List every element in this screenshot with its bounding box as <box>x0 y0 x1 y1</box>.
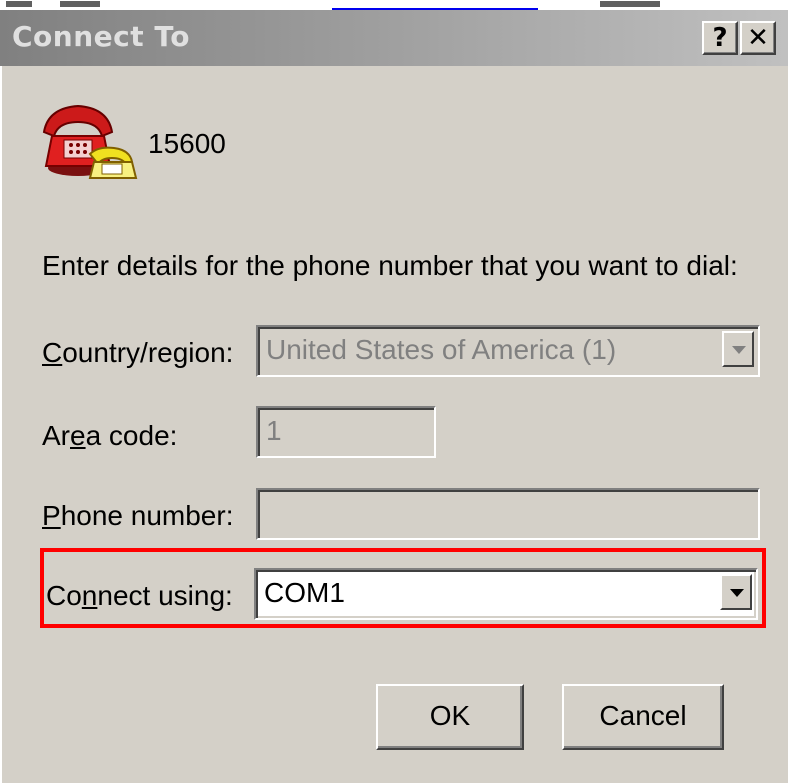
background-text-fragment <box>6 1 32 7</box>
help-button[interactable]: ? <box>702 21 738 55</box>
area-label-accelerator: e <box>70 420 86 451</box>
connect-using-select[interactable]: COM1 <box>254 568 758 620</box>
phone-number-input[interactable] <box>256 488 760 540</box>
phone-label-text: hone number: <box>60 500 234 531</box>
close-icon: ✕ <box>747 23 769 53</box>
area-code-input[interactable]: 1 <box>256 406 436 458</box>
country-region-label: Country/region: <box>42 337 233 369</box>
background-page-strip <box>0 0 788 10</box>
connect-using-dropdown-button[interactable] <box>720 574 752 610</box>
background-text-fragment <box>60 1 100 7</box>
background-text-fragment <box>600 1 660 7</box>
ok-button[interactable]: OK <box>376 684 524 750</box>
country-dropdown-button[interactable] <box>722 331 754 367</box>
area-label-text-end: a code: <box>85 420 178 451</box>
area-code-label: Area code: <box>42 420 177 452</box>
connect-using-value: COM1 <box>264 577 345 608</box>
country-label-accelerator: C <box>42 337 63 368</box>
connect-label-accelerator: n <box>81 580 98 611</box>
country-label-text: ountry/region: <box>62 337 234 368</box>
phone-label-accelerator: P <box>42 500 61 531</box>
phone-icon <box>42 104 138 179</box>
area-code-value: 1 <box>266 415 282 446</box>
phone-number-label: Phone number: <box>42 500 233 532</box>
chevron-down-icon <box>730 589 744 597</box>
country-region-select[interactable]: United States of America (1) <box>256 325 760 377</box>
background-link[interactable] <box>332 0 538 10</box>
instruction-text: Enter details for the phone number that … <box>42 250 738 281</box>
country-region-value: United States of America (1) <box>266 334 617 365</box>
dialog-titlebar[interactable]: Connect To ? ✕ <box>0 10 788 66</box>
connect-label-text-end: nect using: <box>97 580 233 611</box>
close-button[interactable]: ✕ <box>740 21 776 55</box>
area-label-text-start: Ar <box>42 420 70 451</box>
help-icon: ? <box>712 23 728 53</box>
chevron-down-icon <box>732 346 746 354</box>
connect-using-label: Connect using: <box>46 580 233 612</box>
connect-label-text-start: Co <box>46 580 82 611</box>
cancel-button[interactable]: Cancel <box>562 684 724 750</box>
connection-name: 15600 <box>148 128 226 159</box>
dialog-title: Connect To <box>12 20 190 53</box>
